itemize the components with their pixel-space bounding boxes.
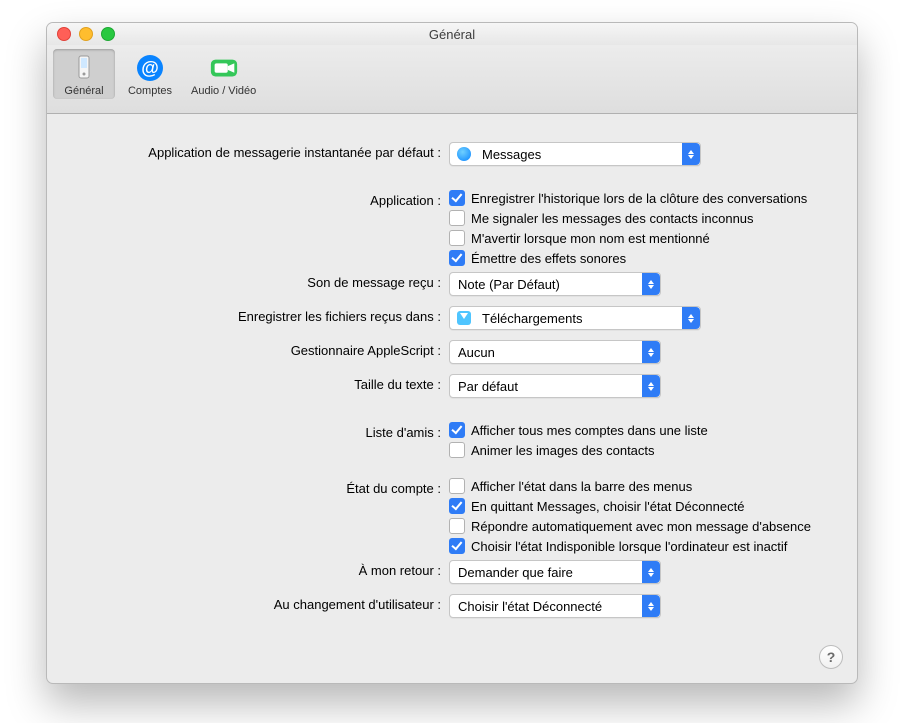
- messages-app-icon: [456, 146, 472, 162]
- chevron-updown-icon: [682, 307, 700, 329]
- offline-on-quit-checkbox[interactable]: [449, 498, 465, 514]
- svg-text:@: @: [141, 58, 159, 78]
- preferences-toolbar: Général @ Comptes Audio / Vidéo: [47, 45, 857, 114]
- sound-effects-checkbox-label: Émettre des effets sonores: [471, 251, 626, 266]
- general-pane: Application de messagerie instantanée pa…: [47, 114, 857, 652]
- user-switch-label: Au changement d'utilisateur :: [71, 594, 449, 612]
- all-accounts-checkbox-label: Afficher tous mes comptes dans une liste: [471, 423, 708, 438]
- text-size-popup[interactable]: Par défaut: [449, 374, 661, 398]
- away-autoreply-checkbox[interactable]: [449, 518, 465, 534]
- idle-away-checkbox-row: Choisir l'état Indisponible lorsque l'or…: [449, 538, 833, 554]
- help-button[interactable]: ?: [819, 645, 843, 669]
- chevron-updown-icon: [642, 561, 660, 583]
- menubar-status-checkbox-label: Afficher l'état dans la barre des menus: [471, 479, 692, 494]
- sound-effects-checkbox[interactable]: [449, 250, 465, 266]
- name-mention-checkbox[interactable]: [449, 230, 465, 246]
- general-icon: [69, 53, 99, 83]
- preferences-window: Général Général @ Comptes Audio / Vidéo: [46, 22, 858, 684]
- buddy-list-label: Liste d'amis :: [71, 422, 449, 440]
- animate-images-checkbox-row: Animer les images des contacts: [449, 442, 833, 458]
- user-switch-value: Choisir l'état Déconnecté: [450, 599, 642, 614]
- away-autoreply-checkbox-row: Répondre automatiquement avec mon messag…: [449, 518, 833, 534]
- user-switch-popup[interactable]: Choisir l'état Déconnecté: [449, 594, 661, 618]
- received-sound-popup[interactable]: Note (Par Défaut): [449, 272, 661, 296]
- help-icon: ?: [827, 649, 836, 665]
- received-sound-label: Son de message reçu :: [71, 272, 449, 290]
- default-im-app-label: Application de messagerie instantanée pa…: [71, 142, 449, 160]
- application-label: Application :: [71, 190, 449, 208]
- name-mention-checkbox-label: M'avertir lorsque mon nom est mentionné: [471, 231, 710, 246]
- on-return-value: Demander que faire: [450, 565, 642, 580]
- menubar-status-checkbox-row: Afficher l'état dans la barre des menus: [449, 478, 833, 494]
- offline-on-quit-checkbox-row: En quittant Messages, choisir l'état Déc…: [449, 498, 833, 514]
- tab-general-label: Général: [64, 85, 103, 97]
- text-size-label: Taille du texte :: [71, 374, 449, 392]
- applescript-label: Gestionnaire AppleScript :: [71, 340, 449, 358]
- chevron-updown-icon: [682, 143, 700, 165]
- offline-on-quit-checkbox-label: En quittant Messages, choisir l'état Déc…: [471, 499, 744, 514]
- applescript-value: Aucun: [450, 345, 642, 360]
- titlebar: Général: [47, 23, 857, 45]
- chevron-updown-icon: [642, 273, 660, 295]
- tab-general[interactable]: Général: [53, 49, 115, 99]
- all-accounts-checkbox-row: Afficher tous mes comptes dans une liste: [449, 422, 833, 438]
- tab-audio-video[interactable]: Audio / Vidéo: [185, 49, 262, 99]
- idle-away-checkbox[interactable]: [449, 538, 465, 554]
- applescript-popup[interactable]: Aucun: [449, 340, 661, 364]
- save-files-label: Enregistrer les fichiers reçus dans :: [71, 306, 449, 324]
- on-return-label: À mon retour :: [71, 560, 449, 578]
- tab-accounts[interactable]: @ Comptes: [119, 49, 181, 99]
- sound-effects-checkbox-row: Émettre des effets sonores: [449, 250, 833, 266]
- save-history-checkbox[interactable]: [449, 190, 465, 206]
- on-return-popup[interactable]: Demander que faire: [449, 560, 661, 584]
- tab-accounts-label: Comptes: [128, 85, 172, 97]
- default-im-app-value: Messages: [474, 147, 682, 162]
- menubar-status-checkbox[interactable]: [449, 478, 465, 494]
- animate-images-checkbox[interactable]: [449, 442, 465, 458]
- notify-unknown-checkbox[interactable]: [449, 210, 465, 226]
- chevron-updown-icon: [642, 341, 660, 363]
- save-files-value: Téléchargements: [474, 311, 682, 326]
- notify-unknown-checkbox-row: Me signaler les messages des contacts in…: [449, 210, 833, 226]
- chevron-updown-icon: [642, 595, 660, 617]
- default-im-app-popup[interactable]: Messages: [449, 142, 701, 166]
- save-history-checkbox-label: Enregistrer l'historique lors de la clôt…: [471, 191, 807, 206]
- save-history-checkbox-row: Enregistrer l'historique lors de la clôt…: [449, 190, 833, 206]
- downloads-folder-icon: [456, 310, 472, 326]
- received-sound-value: Note (Par Défaut): [450, 277, 642, 292]
- all-accounts-checkbox[interactable]: [449, 422, 465, 438]
- notify-unknown-checkbox-label: Me signaler les messages des contacts in…: [471, 211, 754, 226]
- window-title: Général: [47, 27, 857, 42]
- chevron-updown-icon: [642, 375, 660, 397]
- tab-audio-video-label: Audio / Vidéo: [191, 85, 256, 97]
- video-camera-icon: [209, 53, 239, 83]
- account-status-label: État du compte :: [71, 478, 449, 496]
- name-mention-checkbox-row: M'avertir lorsque mon nom est mentionné: [449, 230, 833, 246]
- save-files-popup[interactable]: Téléchargements: [449, 306, 701, 330]
- at-sign-icon: @: [135, 53, 165, 83]
- away-autoreply-checkbox-label: Répondre automatiquement avec mon messag…: [471, 519, 811, 534]
- idle-away-checkbox-label: Choisir l'état Indisponible lorsque l'or…: [471, 539, 787, 554]
- text-size-value: Par défaut: [450, 379, 642, 394]
- animate-images-checkbox-label: Animer les images des contacts: [471, 443, 655, 458]
